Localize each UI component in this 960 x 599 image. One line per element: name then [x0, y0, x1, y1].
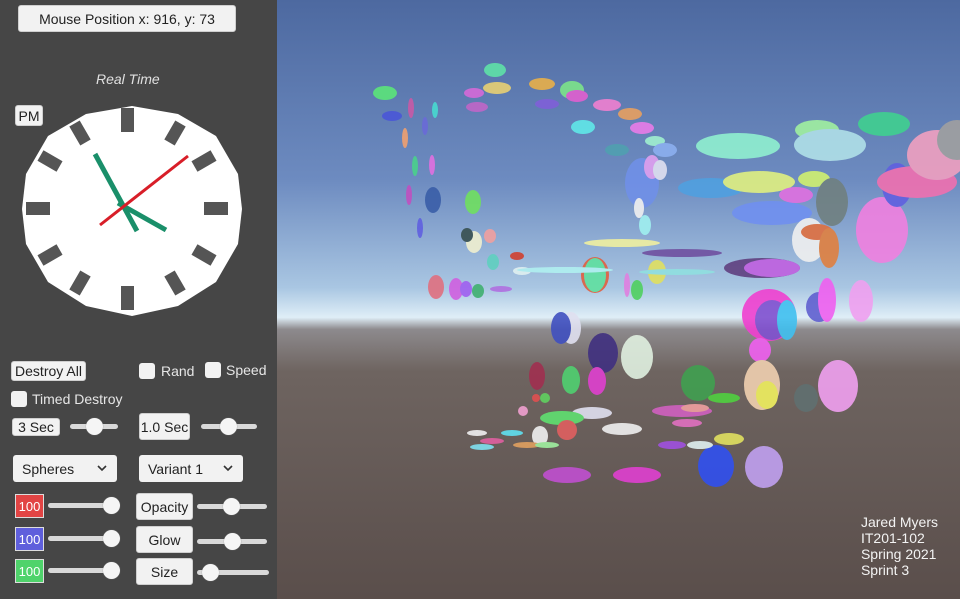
- rand-label: Rand: [161, 363, 195, 379]
- timed-destroy-slider-handle[interactable]: [86, 418, 103, 435]
- credits-course: IT201-102: [860, 530, 925, 546]
- credits: Jared Myers IT201-102 Spring 2021 Sprint…: [861, 514, 938, 578]
- red-slider-handle[interactable]: [103, 497, 120, 514]
- speed-value: 1.0 Sec: [139, 413, 190, 440]
- glow-slider-handle[interactable]: [224, 533, 241, 550]
- green-slider-handle[interactable]: [103, 562, 120, 579]
- 3d-viewport[interactable]: Jared Myers IT201-102 Spring 2021 Sprint…: [277, 0, 960, 599]
- timed-destroy-label: Timed Destroy: [32, 391, 123, 407]
- mouse-position-display: Mouse Position x: 916, y: 73: [18, 5, 236, 32]
- size-button[interactable]: Size: [136, 558, 193, 585]
- size-slider-handle[interactable]: [202, 564, 219, 581]
- glow-button[interactable]: Glow: [136, 526, 193, 553]
- green-value: 100: [15, 559, 44, 583]
- variant-dropdown-value: Variant 1: [148, 460, 203, 477]
- sphere-cloud: [373, 63, 960, 488]
- red-value: 100: [15, 494, 44, 518]
- blue-slider-handle[interactable]: [103, 530, 120, 547]
- destroy-all-button[interactable]: Destroy All: [11, 361, 86, 381]
- chevron-down-icon: [97, 465, 107, 472]
- shape-dropdown[interactable]: Spheres: [13, 455, 117, 482]
- blue-value: 100: [15, 527, 44, 551]
- opacity-button[interactable]: Opacity: [136, 493, 193, 520]
- speed-slider-handle[interactable]: [220, 418, 237, 435]
- clock-title: Real Time: [96, 71, 160, 87]
- chevron-down-icon: [223, 465, 233, 472]
- control-panel: Mouse Position x: 916, y: 73 Real Time P…: [0, 0, 277, 599]
- speed-checkbox[interactable]: [205, 362, 221, 378]
- credits-name: Jared Myers: [860, 514, 938, 530]
- timed-destroy-value: 3 Sec: [12, 418, 60, 436]
- credits-sprint: Sprint 3: [860, 562, 910, 578]
- credits-term: Spring 2021: [860, 546, 937, 562]
- speed-label: Speed: [226, 362, 267, 378]
- timed-destroy-checkbox[interactable]: [11, 391, 27, 407]
- opacity-slider-handle[interactable]: [223, 498, 240, 515]
- shape-dropdown-value: Spheres: [22, 460, 75, 477]
- variant-dropdown[interactable]: Variant 1: [139, 455, 243, 482]
- analog-clock: [22, 106, 242, 316]
- rand-checkbox[interactable]: [139, 363, 155, 379]
